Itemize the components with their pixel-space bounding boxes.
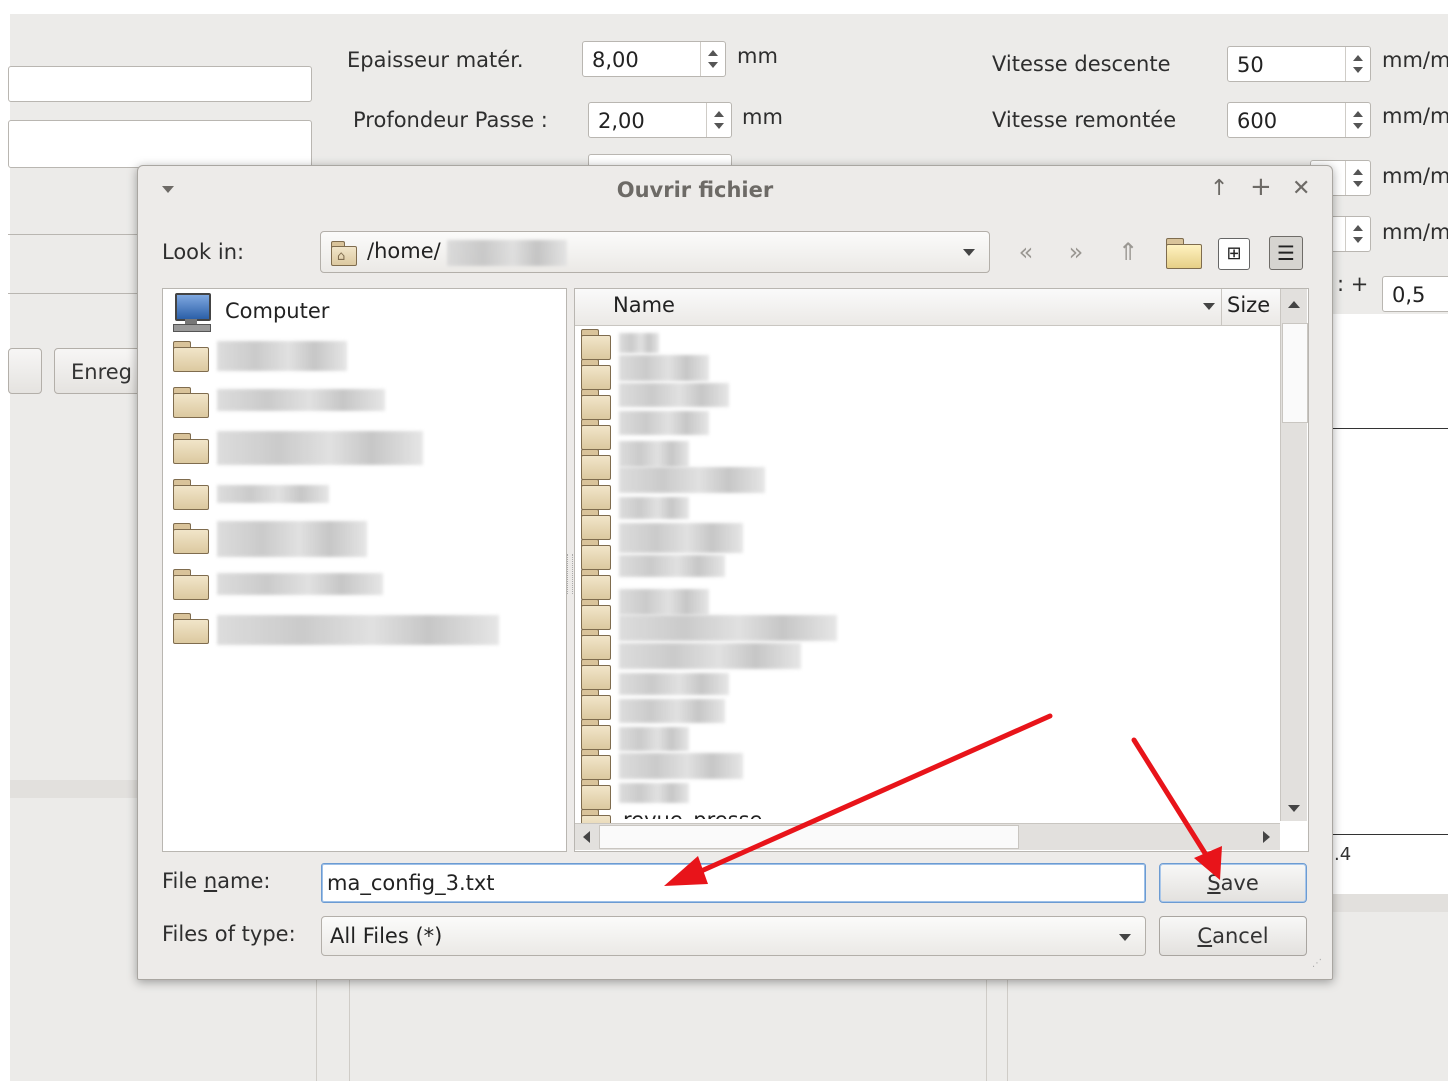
annotation-arrow-to-save <box>1131 737 1222 880</box>
annotation-overlay <box>664 713 1222 886</box>
annotation-arrow-to-filename <box>664 713 1053 886</box>
